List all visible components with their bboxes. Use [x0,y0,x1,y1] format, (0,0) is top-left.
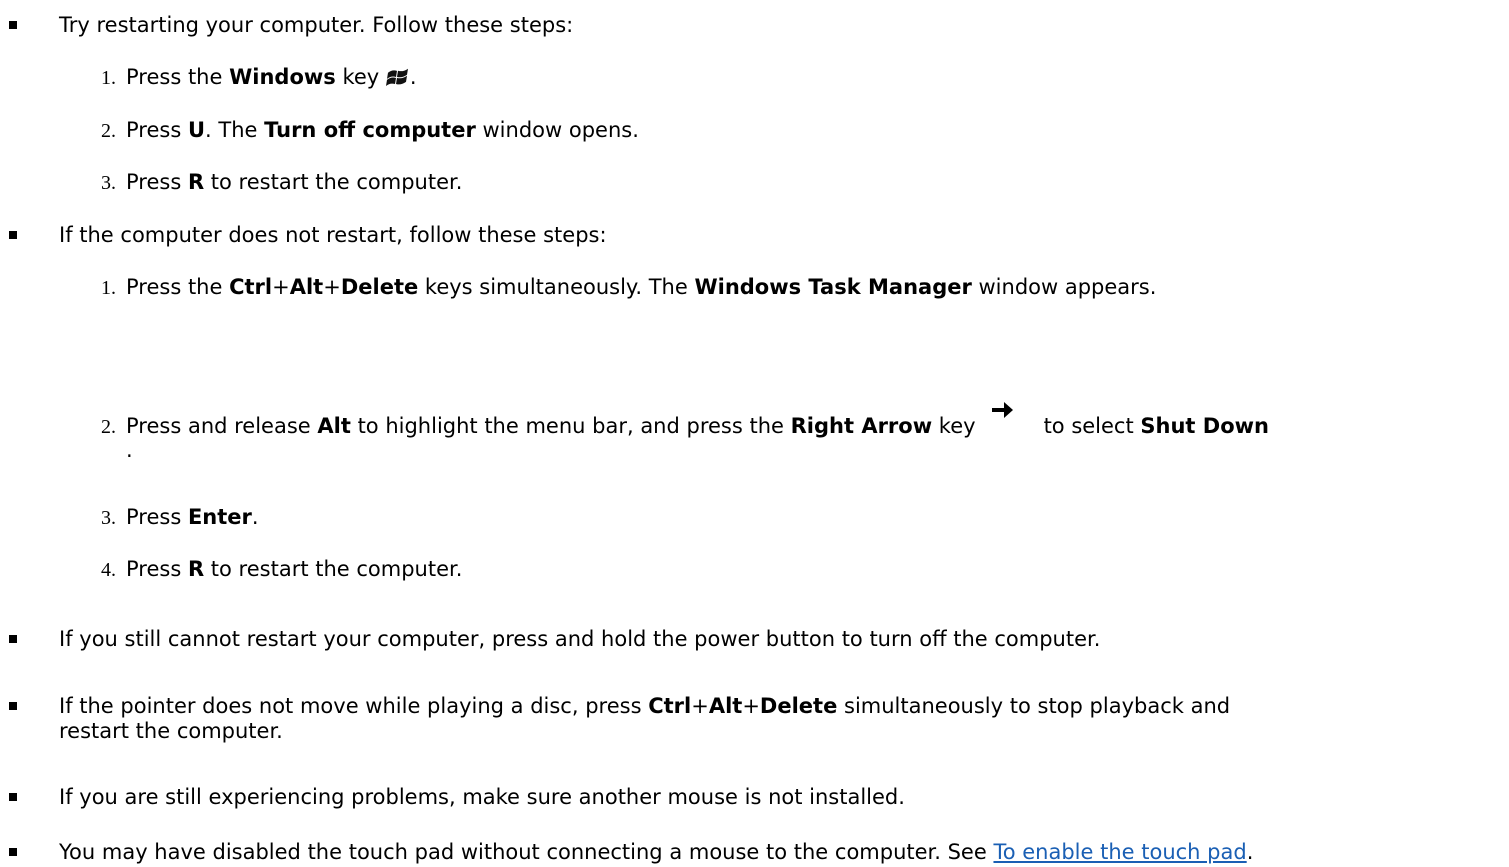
step-number: 2. [101,120,116,142]
step-number: 2. [101,416,116,438]
step-number: 4. [101,559,116,581]
bullet-marker [9,21,17,29]
step-text: Press the Windows key . [126,62,417,95]
step-text: Press and release Alt to highlight the m… [126,402,1269,441]
bullet-marker [9,702,17,710]
bullet-marker [9,231,17,239]
step-text: Press R to restart the computer. [126,557,463,581]
step-number: 1. [101,277,116,299]
bullet-marker [9,635,17,643]
step-number: 1. [101,67,116,89]
step-text: Press Enter. [126,505,259,529]
bullet-marker [9,793,17,801]
item-text: If you still cannot restart your compute… [59,627,1101,651]
enable-touch-pad-link[interactable]: To enable the touch pad [993,840,1246,864]
step-text-continuation: . [126,438,133,462]
item-text: Try restarting your computer. Follow the… [59,13,574,37]
step-text: Press U. The Turn off computer window op… [126,118,639,142]
right-arrow-icon [991,402,1013,418]
step-text: Press the Ctrl+Alt+Delete keys simultane… [126,275,1157,299]
windows-logo-icon [385,65,410,95]
item-text: If the computer does not restart, follow… [59,223,607,247]
step-number: 3. [101,172,116,194]
step-text: Press R to restart the computer. [126,170,463,194]
item-text: You may have disabled the touch pad with… [59,840,1254,864]
bullet-marker [9,848,17,856]
item-text: restart the computer. [59,719,283,743]
step-number: 3. [101,507,116,529]
help-article: Try restarting your computer. Follow the… [0,0,1509,867]
item-text: If you are still experiencing problems, … [59,785,905,809]
